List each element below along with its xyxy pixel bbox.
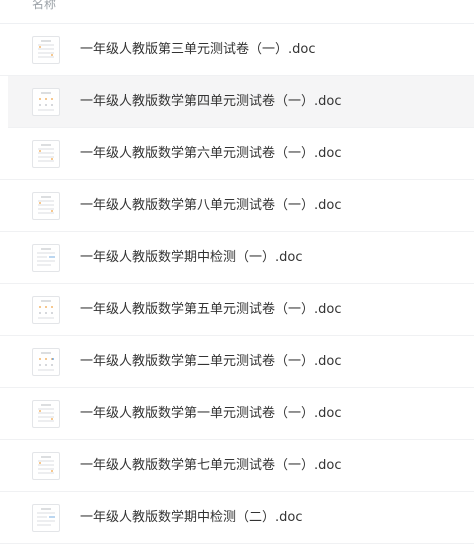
doc-thumbnail-icon [32, 244, 60, 272]
file-row[interactable]: 一年级人教版数学第八单元测试卷（一）.doc [0, 180, 474, 232]
list-header: 名称 [0, 0, 474, 24]
file-row[interactable]: 一年级人教版数学第七单元测试卷（一）.doc [0, 440, 474, 492]
doc-thumbnail-icon [32, 296, 60, 324]
file-row[interactable]: 一年级人教版数学第一单元测试卷（一）.doc [0, 388, 474, 440]
file-name[interactable]: 一年级人教版数学第六单元测试卷（一）.doc [80, 128, 342, 180]
file-name[interactable]: 一年级人教版数学第七单元测试卷（一）.doc [80, 440, 342, 492]
file-row[interactable]: 一年级人教版数学期中检测（一）.doc [0, 232, 474, 284]
file-name[interactable]: 一年级人教版数学第五单元测试卷（一）.doc [80, 284, 342, 336]
file-list: 一年级人教版第三单元测试卷（一）.doc 一年级人教版数学第四单元测试卷（一）.… [0, 24, 474, 544]
doc-thumbnail-icon [32, 504, 60, 532]
file-name[interactable]: 一年级人教版数学第四单元测试卷（一）.doc [80, 76, 342, 128]
doc-thumbnail-icon [32, 452, 60, 480]
doc-thumbnail-icon [32, 400, 60, 428]
file-name[interactable]: 一年级人教版数学第二单元测试卷（一）.doc [80, 336, 342, 388]
file-name[interactable]: 一年级人教版数学期中检测（一）.doc [80, 232, 303, 284]
doc-thumbnail-icon [32, 140, 60, 168]
file-name[interactable]: 一年级人教版第三单元测试卷（一）.doc [80, 24, 316, 76]
file-row[interactable]: 一年级人教版第三单元测试卷（一）.doc [0, 24, 474, 76]
doc-thumbnail-icon [32, 88, 60, 116]
file-name[interactable]: 一年级人教版数学期中检测（二）.doc [80, 492, 303, 544]
file-row[interactable]: 一年级人教版数学第六单元测试卷（一）.doc [0, 128, 474, 180]
file-row[interactable]: 一年级人教版数学第五单元测试卷（一）.doc [0, 284, 474, 336]
column-header-name[interactable]: 名称 [32, 0, 56, 16]
file-row[interactable]: 一年级人教版数学第二单元测试卷（一）.doc [0, 336, 474, 388]
file-row[interactable]: 一年级人教版数学期中检测（二）.doc [0, 492, 474, 544]
doc-thumbnail-icon [32, 192, 60, 220]
doc-thumbnail-icon [32, 36, 60, 64]
file-name[interactable]: 一年级人教版数学第一单元测试卷（一）.doc [80, 388, 342, 440]
doc-thumbnail-icon [32, 348, 60, 376]
file-name[interactable]: 一年级人教版数学第八单元测试卷（一）.doc [80, 180, 342, 232]
file-row[interactable]: 一年级人教版数学第四单元测试卷（一）.doc [8, 76, 474, 128]
